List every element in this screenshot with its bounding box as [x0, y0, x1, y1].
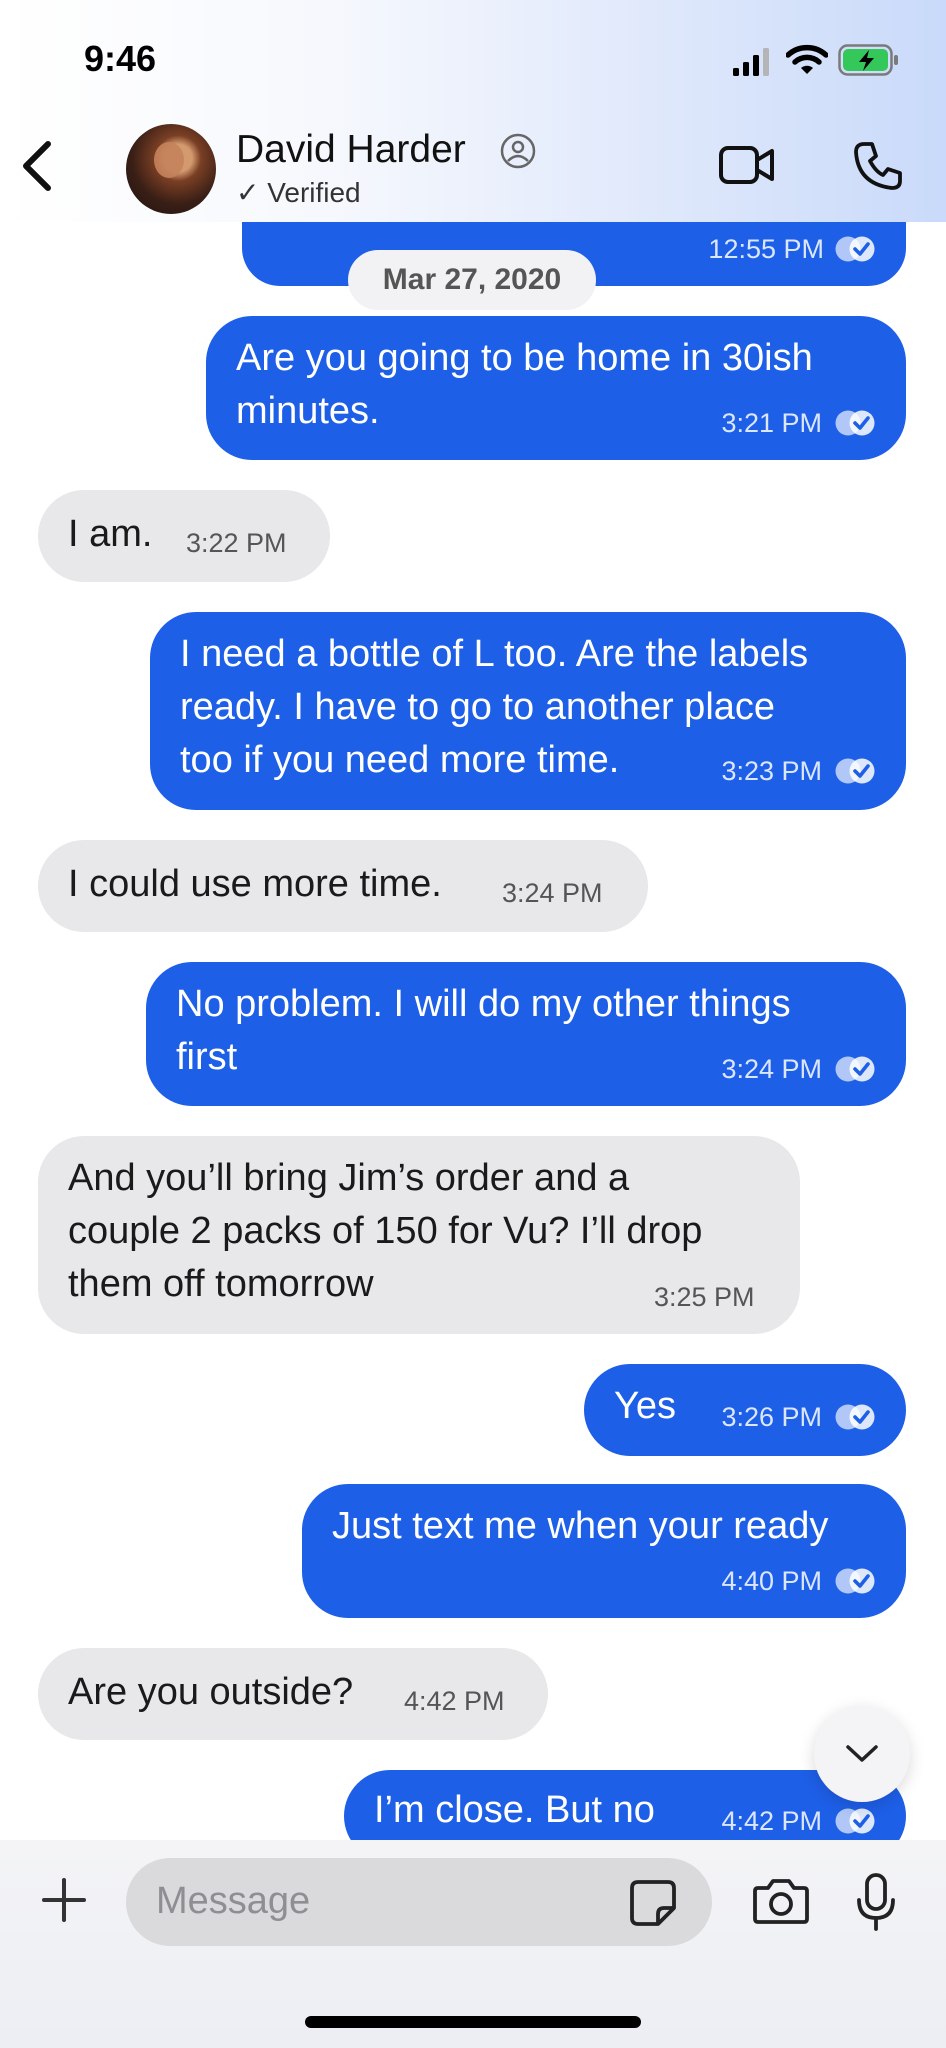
- message-time: 4:42 PM: [721, 1806, 822, 1836]
- chevron-down-icon: [846, 1745, 878, 1762]
- message-text: Are you outside?: [68, 1671, 354, 1713]
- message-bubble-incoming[interactable]: Are you outside? 4:42 PM: [38, 1648, 548, 1740]
- sticker-icon[interactable]: [628, 1878, 678, 1928]
- back-chevron-icon[interactable]: [18, 138, 58, 194]
- read-check-icon: [835, 758, 875, 784]
- camera-icon[interactable]: [752, 1876, 810, 1926]
- read-check-icon: [835, 1808, 875, 1834]
- contact-name[interactable]: David Harder: [236, 128, 466, 172]
- message-time: 4:42 PM: [404, 1686, 505, 1716]
- wifi-icon: [786, 44, 828, 74]
- microphone-icon[interactable]: [854, 1872, 898, 1932]
- avatar[interactable]: [126, 124, 216, 214]
- read-check-icon: [835, 1568, 875, 1594]
- message-text: Yes: [614, 1385, 676, 1427]
- read-check-icon: [835, 410, 875, 436]
- message-bubble-outgoing[interactable]: I need a bottle of L too. Are the labels…: [150, 612, 906, 810]
- message-bubble-outgoing[interactable]: Yes 3:26 PM: [584, 1364, 906, 1456]
- date-divider: Mar 27, 2020: [348, 250, 596, 310]
- message-bubble-outgoing[interactable]: Are you going to be home in 30ish minute…: [206, 316, 906, 460]
- plus-icon[interactable]: [40, 1876, 88, 1924]
- message-time: 3:25 PM: [654, 1282, 755, 1312]
- message-input[interactable]: Message: [126, 1858, 712, 1946]
- message-text: I’m close. But no: [374, 1789, 655, 1831]
- message-text: I could use more time.: [68, 863, 442, 905]
- message-time: 3:21 PM: [721, 408, 822, 438]
- message-text: And you’ll bring Jim’s order and a coupl…: [68, 1157, 703, 1305]
- message-bubble-outgoing[interactable]: No problem. I will do my other things fi…: [146, 962, 906, 1106]
- scroll-to-bottom-button[interactable]: [814, 1706, 910, 1802]
- battery-charging-icon: [838, 44, 898, 76]
- read-check-icon: [835, 1056, 875, 1082]
- top-bar: 9:46 David Harder ✓ Verified: [0, 0, 946, 222]
- message-time: 3:24 PM: [721, 1054, 822, 1084]
- phone-icon[interactable]: [852, 140, 904, 192]
- message-time: 3:26 PM: [721, 1402, 822, 1432]
- message-bubble-incoming[interactable]: I am. 3:22 PM: [38, 490, 330, 582]
- video-camera-icon[interactable]: [718, 142, 776, 188]
- read-check-icon: [835, 1404, 875, 1430]
- home-indicator: [305, 2016, 641, 2028]
- message-time: 3:23 PM: [721, 756, 822, 786]
- message-time: 3:22 PM: [186, 528, 287, 558]
- message-text: I need a bottle of L too. Are the labels…: [180, 633, 809, 781]
- message-bubble-incoming[interactable]: And you’ll bring Jim’s order and a coupl…: [38, 1136, 800, 1334]
- status-time: 9:46: [84, 38, 157, 79]
- message-text: Just text me when your ready: [332, 1505, 829, 1547]
- cellular-signal-icon: [733, 48, 769, 76]
- person-circle-icon: [500, 133, 536, 169]
- message-text: I am.: [68, 513, 153, 555]
- verified-label: ✓ Verified: [236, 177, 361, 208]
- message-bubble-outgoing[interactable]: Just text me when your ready 4:40 PM: [302, 1484, 906, 1618]
- message-time: 4:40 PM: [721, 1566, 822, 1596]
- message-bubble-incoming[interactable]: I could use more time. 3:24 PM: [38, 840, 648, 932]
- read-check-icon: [835, 236, 875, 262]
- message-placeholder: Message: [156, 1880, 311, 1922]
- message-text: No problem. I will do my other things fi…: [176, 983, 791, 1078]
- message-time: 3:24 PM: [502, 878, 603, 908]
- message-time: 12:55 PM: [708, 234, 824, 264]
